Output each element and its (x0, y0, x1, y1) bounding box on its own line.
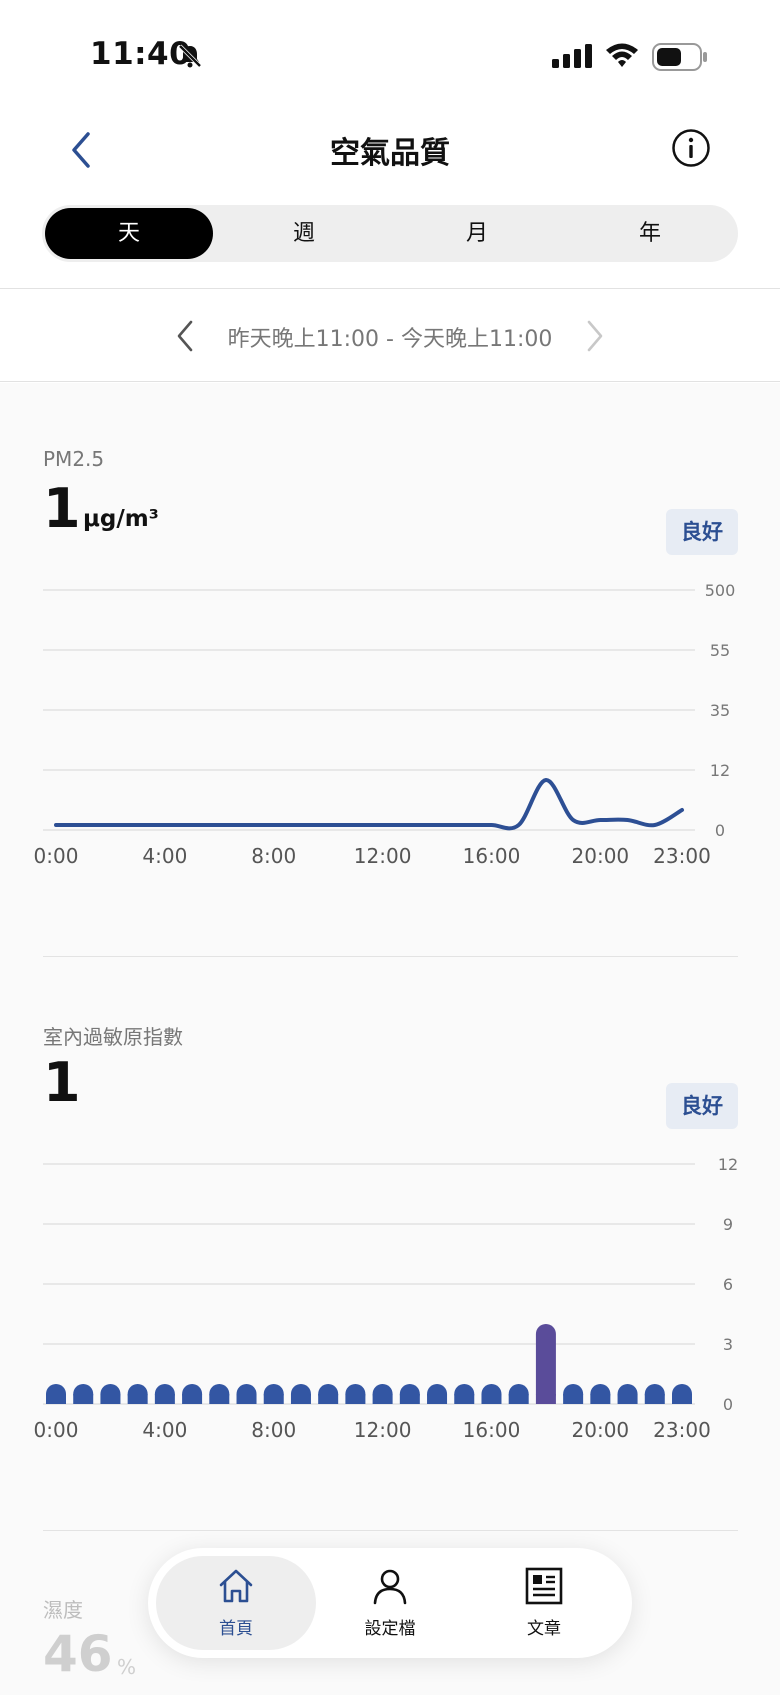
x-tick-label: 20:00 (572, 1418, 630, 1442)
segment-month[interactable]: 月 (393, 208, 561, 259)
humidity-value: 46 (43, 1625, 113, 1683)
y-tick-label: 12 (718, 1155, 738, 1174)
x-tick-label: 12:00 (354, 1418, 412, 1442)
allergen-bar-base (236, 1394, 257, 1404)
allergen-bar-base (427, 1394, 448, 1404)
info-icon[interactable] (671, 128, 711, 168)
bell-muted-icon (178, 44, 202, 68)
y-tick-label: 0 (715, 821, 725, 840)
allergen-bar-base (644, 1394, 665, 1404)
pm25-series-line (54, 778, 684, 831)
x-tick-label: 0:00 (34, 844, 79, 868)
allergen-bar (535, 1324, 556, 1404)
allergen-bar-base (209, 1394, 230, 1404)
allergen-status-badge: 良好 (666, 1083, 738, 1129)
next-date-chevron-icon[interactable] (584, 318, 606, 354)
allergen-bar-base (318, 1394, 339, 1404)
y-tick-label: 3 (723, 1335, 733, 1354)
y-tick-label: 9 (723, 1215, 733, 1234)
allergen-bar-base (290, 1394, 311, 1404)
segment-week[interactable]: 週 (220, 208, 388, 259)
allergen-bar-base (563, 1394, 584, 1404)
y-tick-label: 0 (723, 1395, 733, 1414)
y-tick-label: 12 (710, 761, 730, 780)
allergen-bar-base (535, 1394, 556, 1404)
wifi-icon (606, 43, 638, 67)
pm25-status-badge: 良好 (666, 509, 738, 555)
x-tick-label: 8:00 (251, 1418, 296, 1442)
allergen-bar-base (263, 1394, 284, 1404)
tab-profile[interactable]: 設定檔 (310, 1556, 470, 1650)
allergen-bar-chart: 0 3 6 9 12 0:00 4:00 8:00 12:00 16:00 20:00 23:00 (34, 1155, 739, 1442)
allergen-bar-base (617, 1394, 638, 1404)
x-tick-label: 8:00 (251, 844, 296, 868)
x-tick-label: 16:00 (463, 1418, 521, 1442)
tab-home[interactable]: 首頁 (156, 1556, 316, 1650)
page-title: 空氣品質 (330, 136, 450, 171)
y-tick-label: 35 (710, 701, 730, 720)
battery-icon (652, 43, 707, 71)
tab-articles[interactable]: 文章 (464, 1556, 624, 1650)
allergen-bar-base (590, 1394, 611, 1404)
allergen-bar-base (182, 1394, 203, 1404)
tab-profile-label: 設定檔 (364, 1619, 416, 1639)
tab-articles-label: 文章 (527, 1619, 561, 1639)
x-tick-label: 23:00 (653, 1418, 711, 1442)
allergen-bar-base (454, 1394, 475, 1404)
allergen-bar-base (73, 1394, 94, 1404)
y-tick-label: 500 (705, 581, 736, 600)
section-divider (43, 1530, 738, 1531)
allergen-bar-base (399, 1394, 420, 1404)
date-range-label: 昨天晚上11:00 - 今天晚上11:00 (227, 327, 553, 352)
app-root: 11:40 空氣品質 天 週 月 年 昨天晚上11:00 - 今天晚上11:00… (0, 0, 780, 1695)
bottom-tab-bar: 首頁 設定檔 文章 (148, 1548, 632, 1658)
segment-day[interactable]: 天 (45, 208, 213, 259)
status-bar: 11:40 (0, 0, 780, 110)
x-tick-label: 0:00 (34, 1418, 79, 1442)
allergen-bar-base (345, 1394, 366, 1404)
time-range-segmented-control: 天 週 月 年 (42, 205, 738, 262)
x-tick-label: 20:00 (572, 844, 630, 868)
allergen-bar-base (481, 1394, 502, 1404)
allergen-bar-base (154, 1394, 175, 1404)
home-icon (219, 1569, 253, 1603)
pm25-value: 1 (43, 477, 81, 540)
y-tick-label: 6 (723, 1275, 733, 1294)
pm25-unit: μg/m³ (83, 506, 159, 532)
user-icon (373, 1569, 407, 1605)
status-time: 11:40 (90, 36, 192, 72)
pm25-line-chart: 0 12 35 55 500 0:00 4:00 8:00 12:00 16:00 20:00 23:… (34, 581, 736, 868)
section-divider (43, 956, 738, 957)
divider (0, 381, 780, 382)
allergen-value: 1 (43, 1051, 81, 1114)
humidity-unit: % (117, 1655, 137, 1679)
segment-year[interactable]: 年 (566, 208, 734, 259)
x-tick-label: 16:00 (463, 844, 521, 868)
allergen-bar-base (46, 1394, 66, 1404)
tab-home-label: 首頁 (219, 1619, 253, 1639)
allergen-bar-base (372, 1394, 393, 1404)
humidity-label: 濕度 (43, 1598, 83, 1622)
article-icon (525, 1567, 563, 1605)
x-tick-label: 4:00 (142, 1418, 187, 1442)
x-tick-label: 4:00 (142, 844, 187, 868)
allergen-bar-base (100, 1394, 121, 1404)
x-tick-label: 12:00 (354, 844, 412, 868)
x-tick-label: 23:00 (653, 844, 711, 868)
allergen-bar-base (127, 1394, 148, 1404)
pm25-label: PM2.5 (43, 447, 105, 471)
cellular-signal-icon (552, 44, 592, 68)
allergen-bar-base (508, 1394, 529, 1404)
allergen-bar-base (672, 1394, 692, 1404)
allergen-label: 室內過敏原指數 (43, 1025, 183, 1049)
y-tick-label: 55 (710, 641, 730, 660)
